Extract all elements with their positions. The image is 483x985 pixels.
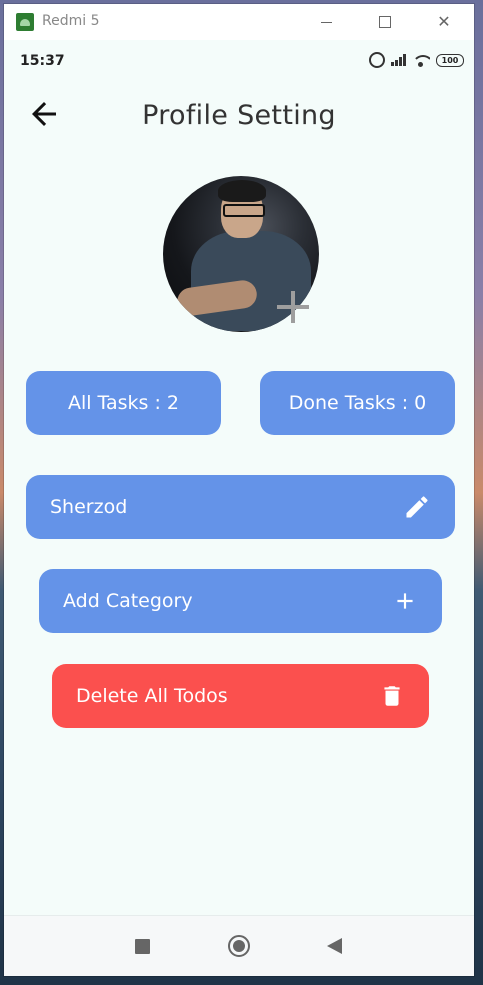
android-icon [16, 13, 34, 31]
done-tasks-card: Done Tasks : 0 [260, 371, 455, 435]
maximize-button[interactable] [370, 8, 400, 36]
delete-all-todos-button[interactable]: Delete All Todos [52, 664, 429, 728]
app-bar: Profile Setting [4, 86, 474, 142]
window-title: Redmi 5 [42, 13, 100, 29]
window-titlebar: Redmi 5 ✕ [4, 4, 474, 40]
alarm-icon [369, 52, 385, 68]
wifi-icon [412, 53, 430, 67]
close-button[interactable]: ✕ [429, 8, 459, 36]
profile-name-button[interactable]: Sherzod [26, 475, 455, 539]
delete-all-label: Delete All Todos [76, 685, 228, 707]
phone-screen: 15:37 100 Profile Setting All Tasks: 2 … [4, 40, 474, 976]
profile-name: Sherzod [50, 496, 128, 518]
all-tasks-label: All Tasks : 2 [67, 392, 180, 414]
add-category-label: Add Category [63, 590, 193, 612]
status-icons: 100 [369, 51, 464, 69]
trash-icon [379, 683, 405, 709]
pencil-icon [403, 493, 431, 521]
nav-back-icon[interactable] [327, 938, 342, 954]
home-icon[interactable] [228, 935, 250, 957]
all-tasks-card: All Tasks : 2 [26, 371, 221, 435]
recents-icon[interactable] [135, 939, 150, 954]
status-time: 15:37 [20, 53, 65, 69]
page-title: Profile Setting [142, 100, 336, 131]
add-photo-plus-icon[interactable] [275, 289, 311, 325]
status-bar: 15:37 100 [4, 40, 474, 80]
battery-icon: 100 [436, 53, 464, 67]
signal-icon [391, 54, 406, 66]
plus-icon [392, 588, 418, 614]
minimize-button[interactable] [312, 8, 342, 36]
emulator-window: Redmi 5 ✕ 15:37 100 Profile Setting All … [4, 4, 474, 976]
system-nav-bar [4, 915, 474, 976]
done-tasks-label: Done Tasks : 0 [288, 392, 427, 414]
add-category-button[interactable]: Add Category [39, 569, 442, 633]
profile-avatar[interactable] [163, 176, 319, 332]
